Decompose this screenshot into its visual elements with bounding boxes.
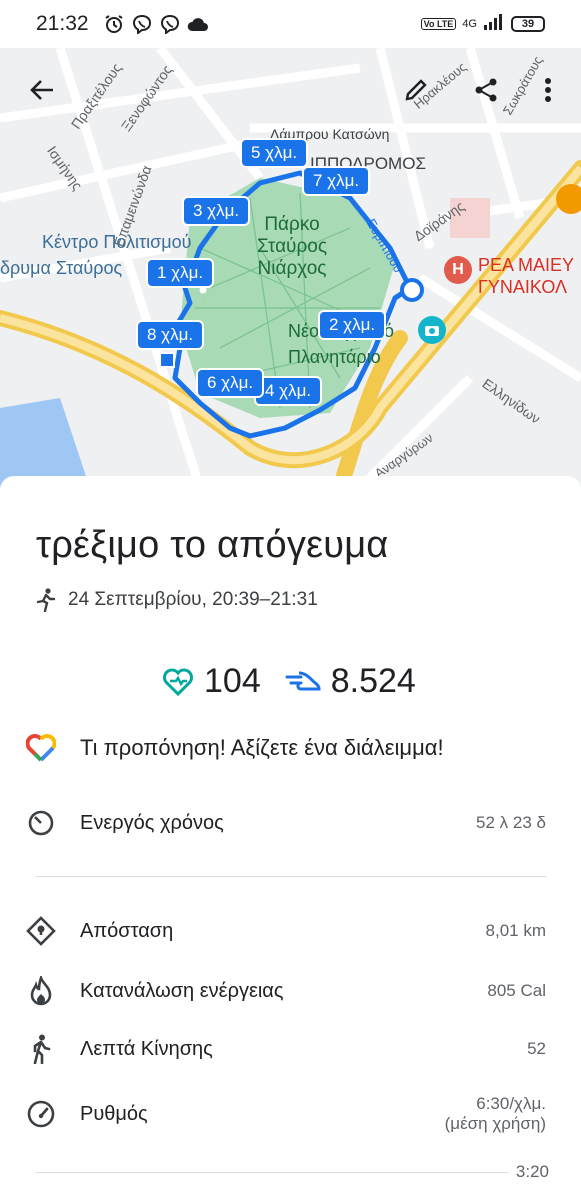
speedometer-icon (26, 1099, 56, 1129)
viber-icon (131, 13, 153, 35)
map-park-label: Πάρκο Σταύρος Νιάρχος (257, 214, 327, 279)
metric-pace: Ρυθμός 6:30/χλμ. (μέση χρήση) (26, 1094, 546, 1134)
metric-active-time: Ενεργός χρόνος 52 λ 23 δ (26, 808, 546, 838)
map-poi-label: δρυμα Σταύρος (0, 258, 123, 278)
google-fit-icon (26, 734, 56, 762)
metric-value: 8,01 km (485, 921, 546, 940)
running-icon (36, 588, 56, 612)
camera-icon (418, 316, 446, 344)
divider (36, 1172, 546, 1173)
activity-date-row: 24 Σεπτεμβρίου, 20:39–21:31 (36, 588, 318, 612)
viber-icon (159, 13, 181, 35)
km-marker: 7 χλμ. (302, 166, 371, 196)
pace-chart-value: 3:20 (507, 1162, 549, 1182)
status-time: 21:32 (36, 12, 89, 35)
metric-subvalue: (μέση χρήση) (444, 1114, 546, 1133)
restaurant-icon (556, 184, 581, 214)
map-poi-label: ΡΕΑ ΜΑΙΕΥ ΓΥΝΑΙΚΟΛ (478, 255, 574, 297)
km-marker: 6 χλμ. (196, 368, 265, 398)
alarm-icon (103, 13, 125, 35)
steps-icon (285, 671, 321, 690)
km-marker: 5 χλμ. (240, 138, 309, 168)
metric-value: 52 (527, 1039, 546, 1058)
heart-points-value: 104 (204, 662, 261, 700)
share-icon (475, 78, 497, 102)
activity-details-sheet: τρέξιμο το απόγευμα 24 Σεπτεμβρίου, 20:3… (0, 476, 581, 1200)
cloud-icon (187, 13, 209, 35)
volte-icon: Vo LTE (420, 18, 457, 30)
motivation-text: Τι προπόνηση! Αξίζετε ένα διάλειμμα! (80, 735, 444, 760)
hospital-icon: H (444, 256, 472, 284)
battery-icon: 39 (511, 16, 545, 32)
distance-icon (26, 916, 56, 946)
km-marker: 4 χλμ. (254, 376, 323, 406)
metric-label: Λεπτά Κίνησης (80, 1037, 213, 1060)
signal-icon (483, 13, 505, 36)
metric-value-group: 6:30/χλμ. (μέση χρήση) (445, 1094, 546, 1134)
metric-label: Ρυθμός (80, 1102, 148, 1125)
route-map[interactable]: Πραξιτέλους Ξενοφώντος Ισμήνης Επαμεινών… (0, 48, 581, 488)
more-vert-icon (545, 78, 551, 102)
metric-energy: Κατανάλωση ενέργειας 805 Cal (26, 976, 546, 1006)
km-marker: 1 χλμ. (146, 258, 215, 288)
metric-value: 805 Cal (487, 981, 546, 1000)
summary-stats: 104 8.524 (162, 662, 416, 701)
divider (36, 876, 546, 877)
arrow-back-icon (30, 80, 53, 100)
km-marker: 8 χλμ. (136, 320, 205, 350)
walking-icon (26, 1034, 56, 1064)
metric-value: 6:30/χλμ. (476, 1094, 546, 1113)
map-poi-label: Κέντρο Πολιτισμού (42, 232, 192, 252)
back-button[interactable] (20, 68, 64, 112)
km-marker: 3 χλμ. (182, 196, 251, 226)
metric-label: Ενεργός χρόνος (80, 811, 224, 834)
metric-label: Κατανάλωση ενέργειας (80, 979, 284, 1002)
activity-title[interactable]: τρέξιμο το απόγευμα (36, 524, 388, 567)
motivation-message: Τι προπόνηση! Αξίζετε ένα διάλειμμα! (26, 734, 444, 762)
status-right: Vo LTE 4G 39 (420, 13, 545, 36)
steps-value: 8.524 (330, 662, 416, 700)
network-type: 4G (462, 18, 477, 30)
metric-value: 52 λ 23 δ (476, 813, 546, 832)
status-bar: 21:32 Vo LTE 4G 39 (0, 0, 581, 48)
metric-move-minutes: Λεπτά Κίνησης 52 (26, 1034, 546, 1064)
flame-icon (26, 976, 56, 1006)
metric-distance: Απόσταση 8,01 km (26, 916, 546, 946)
metric-label: Απόσταση (80, 919, 174, 942)
timer-icon (26, 808, 56, 838)
km-marker: 2 χλμ. (318, 310, 387, 340)
activity-date: 24 Σεπτεμβρίου, 20:39–21:31 (68, 589, 318, 610)
heart-points-icon (163, 668, 193, 696)
